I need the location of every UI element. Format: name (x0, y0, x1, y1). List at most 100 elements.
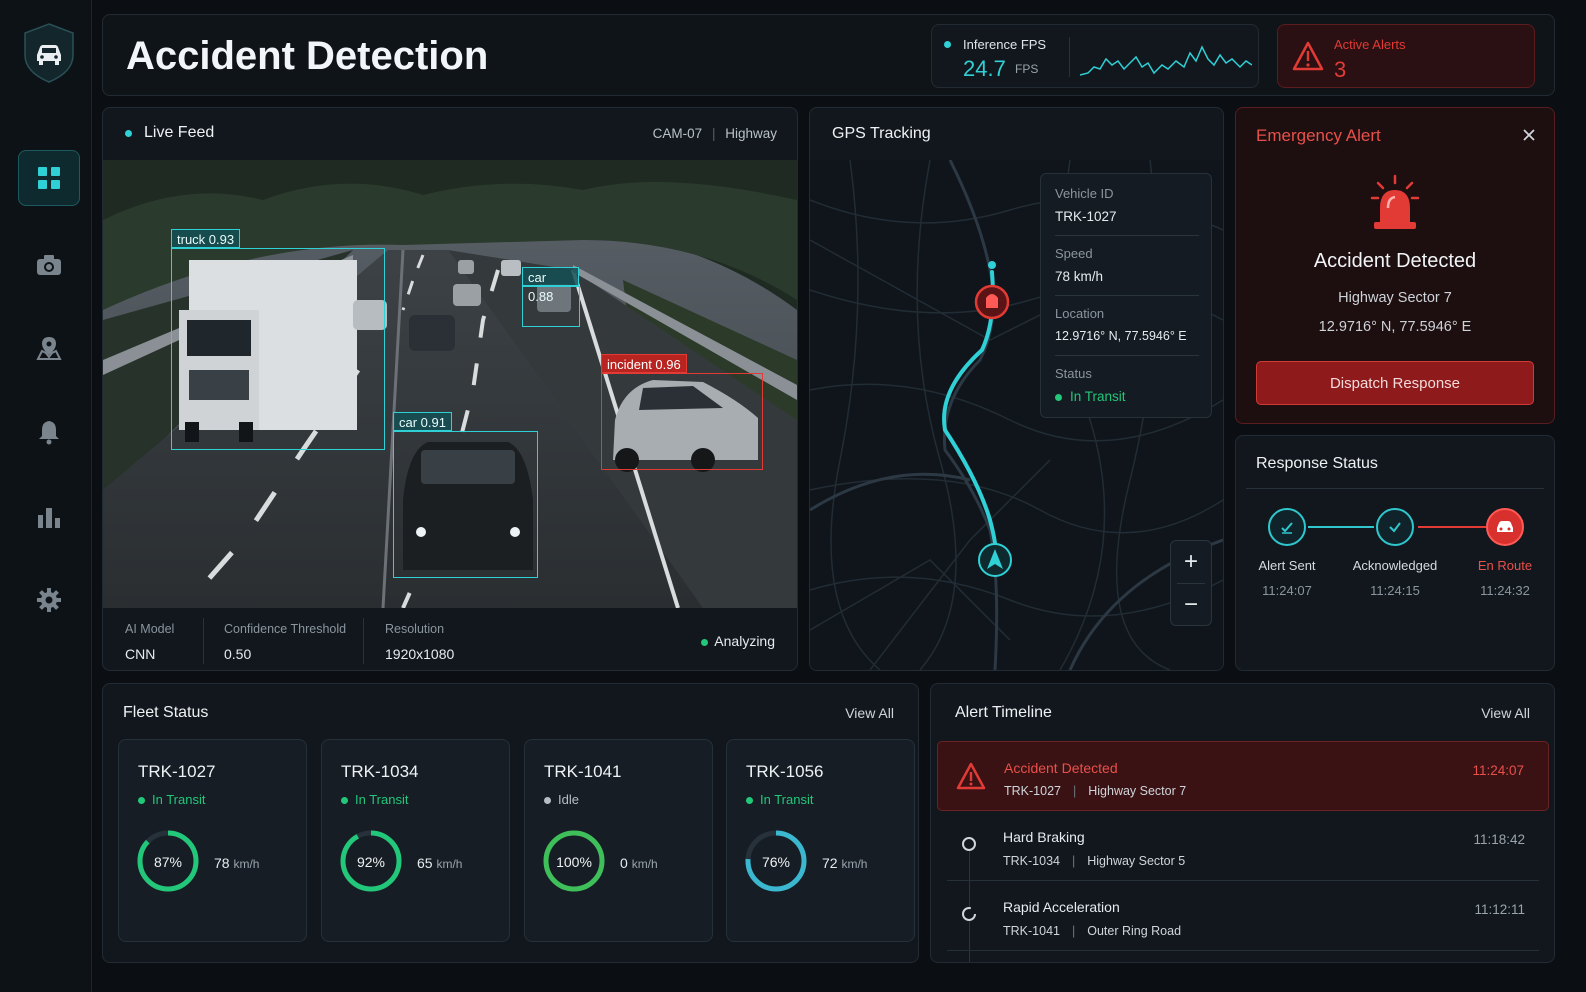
timeline-place: Highway Sector 5 (1087, 854, 1186, 868)
detection-label: truck 0.93 (171, 229, 241, 248)
fleet-vehicle-card[interactable]: TRK-1034 In Transit 92% 65 km/h (321, 739, 510, 942)
camera-icon (37, 255, 61, 275)
check-pen-icon (1268, 508, 1306, 546)
meta-confidence-threshold: Confidence Threshold 0.50 (224, 622, 346, 662)
fps-status-dot (944, 41, 951, 48)
status-dot (746, 797, 753, 804)
fleet-vehicle-card[interactable]: TRK-1041 Idle 100% 0 km/h (524, 739, 713, 942)
timeline-vehicle: TRK-1034 (1003, 854, 1060, 868)
vehicle-status-text: In Transit (152, 792, 206, 807)
fps-sparkline (1080, 45, 1252, 76)
detection-box-incident[interactable]: incident 0.96 (601, 354, 763, 470)
nav-analytics[interactable] (18, 489, 80, 545)
timeline-title: Alert Timeline (955, 704, 1052, 721)
fleet-progress-percent: 87% (153, 854, 183, 870)
speed-unit: km/h (841, 857, 868, 871)
response-status-panel: Response Status Alert Sent 11:24:07 Ackn… (1235, 435, 1555, 671)
zoom-in-button[interactable]: + (1171, 541, 1211, 583)
fleet-progress-percent: 76% (761, 854, 791, 870)
status-dot (1055, 394, 1062, 401)
step-time: 11:24:07 (1262, 583, 1312, 598)
speed-value: 72 (822, 855, 838, 871)
timeline-event-meta: TRK-1027 | Highway Sector 7 (1004, 784, 1187, 798)
vehicle-status: In Transit (746, 792, 813, 807)
info-speed: Speed 78 km/h (1055, 246, 1199, 284)
detection-box-car[interactable]: car 0.88 (522, 267, 580, 327)
status-dot (544, 797, 551, 804)
vehicle-speed: 72 km/h (822, 855, 867, 871)
active-alerts-label: Active Alerts (1334, 37, 1406, 52)
timeline-event-title: Accident Detected (1004, 760, 1118, 776)
dispatch-response-button[interactable]: Dispatch Response (1256, 361, 1534, 405)
zoom-out-button[interactable]: − (1171, 584, 1211, 626)
nav-settings[interactable] (18, 572, 80, 628)
timeline-item-rapid-acceleration[interactable]: Rapid Acceleration TRK-1041 | Outer Ring R… (937, 881, 1549, 951)
camera-info: CAM-07 | Highway (652, 126, 777, 141)
fleet-progress-percent: 92% (356, 854, 386, 870)
refresh-icon (962, 907, 976, 921)
nav-camera[interactable] (18, 237, 80, 293)
active-alerts-count: 3 (1334, 57, 1347, 82)
fleet-title: Fleet Status (123, 704, 209, 721)
speed-value: 78 (214, 855, 230, 871)
grid-icon (38, 167, 60, 189)
nav-dashboard[interactable] (18, 150, 80, 206)
detection-box-truck[interactable]: truck 0.93 (171, 229, 385, 450)
step-label: Acknowledged (1352, 558, 1438, 573)
fps-value: 24.7 (963, 56, 1006, 81)
info-label: Location (1055, 306, 1105, 321)
vehicle-status: In Transit (341, 792, 408, 807)
fleet-view-all-link[interactable]: View All (845, 705, 894, 721)
step-time: 11:24:15 (1370, 583, 1420, 598)
speed-value: 0 (620, 855, 628, 871)
meta-value: 0.50 (224, 646, 252, 662)
circle-dot-icon (962, 837, 976, 851)
fleet-vehicle-card[interactable]: TRK-1027 In Transit 87% 78 km/h (118, 739, 307, 942)
fps-unit: FPS (1015, 62, 1039, 76)
emergency-alert-panel: Emergency Alert Accident Detected Highwa… (1235, 107, 1555, 424)
inference-fps-widget: Inference FPS 24.7 FPS (931, 24, 1259, 88)
vehicle-info-card: Vehicle ID TRK-1027 Speed 78 km/h Locati… (1040, 173, 1212, 418)
check-icon (1376, 508, 1414, 546)
meta-value: 1920x1080 (385, 646, 455, 662)
info-value: In Transit (1055, 389, 1199, 404)
status-text: In Transit (1070, 389, 1126, 404)
sidebar (0, 0, 92, 992)
info-label: Speed (1055, 246, 1093, 261)
detection-label: car 0.88 (522, 267, 579, 304)
info-value: TRK-1027 (1055, 209, 1117, 224)
active-alerts-widget[interactable]: Active Alerts 3 (1277, 24, 1535, 88)
info-value: 12.9716° N, 77.5946° E (1055, 329, 1187, 343)
timeline-event-meta: TRK-1034 | Highway Sector 5 (1003, 854, 1186, 868)
step-acknowledged: Acknowledged 11:24:15 (1350, 508, 1440, 598)
timeline-view-all-link[interactable]: View All (1481, 705, 1530, 721)
siren-icon (1370, 174, 1420, 229)
timeline-item-hard-braking[interactable]: Hard Braking TRK-1034 | Highway Sector 5 1… (937, 811, 1549, 881)
info-vehicle-id: Vehicle ID TRK-1027 (1055, 186, 1199, 224)
detection-box-car[interactable]: car 0.91 (393, 412, 538, 578)
nav-alerts[interactable] (18, 404, 80, 460)
timeline-item-accident[interactable]: Accident Detected TRK-1027 | Highway Secto… (937, 741, 1549, 811)
fleet-vehicle-card[interactable]: TRK-1056 In Transit 76% 72 km/h (726, 739, 915, 942)
meta-label: AI Model (125, 622, 175, 636)
timeline-event-meta: TRK-1041 | Outer Ring Road (1003, 924, 1182, 938)
info-label: Status (1055, 366, 1092, 381)
vehicle-status-text: Idle (558, 792, 579, 807)
camera-location: Highway (725, 126, 777, 141)
gear-icon (37, 588, 61, 612)
status-dot (701, 638, 709, 646)
live-feed-title: Live Feed (144, 124, 215, 141)
info-location: Location 12.9716° N, 77.5946° E (1055, 306, 1199, 343)
vehicle-status-text: In Transit (760, 792, 814, 807)
timeline-vehicle: TRK-1041 (1003, 924, 1060, 938)
speed-value: 65 (417, 855, 433, 871)
speed-unit: km/h (631, 857, 658, 871)
speed-unit: km/h (233, 857, 260, 871)
gps-tracking-panel: GPS Tracking Vehicle ID TRK-1027 Speed 7… (809, 107, 1224, 671)
map-pin-icon (36, 337, 62, 360)
nav-map[interactable] (18, 320, 80, 376)
gps-title: GPS Tracking (832, 125, 931, 142)
close-icon[interactable] (1522, 128, 1536, 142)
meta-ai-model: AI Model CNN (125, 622, 174, 662)
timeline-event-title: Rapid Acceleration (1003, 899, 1120, 915)
